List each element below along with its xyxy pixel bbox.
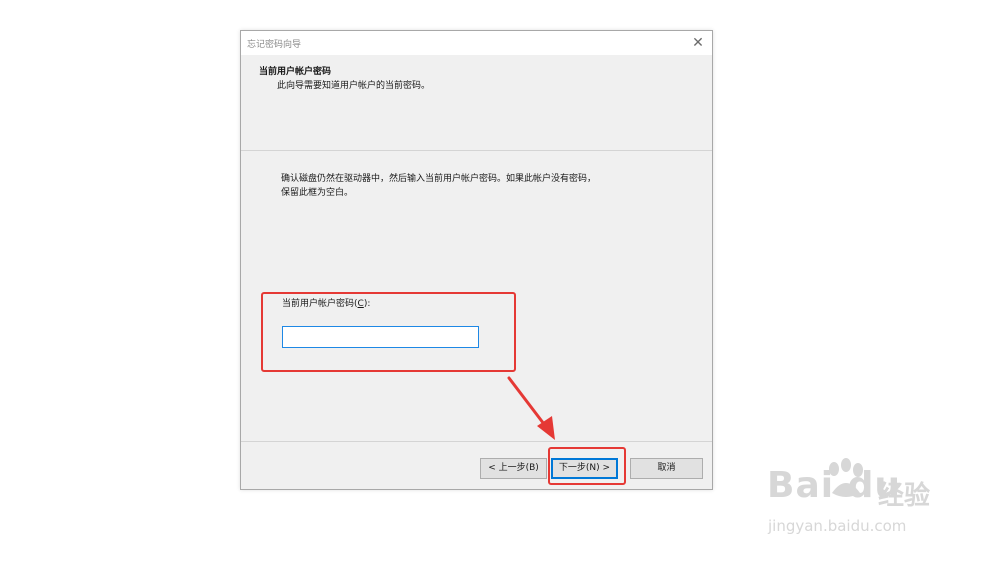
paw-icon: [829, 458, 863, 497]
baidu-jingyan-watermark: Bai du 经验 jingyan.baidu.com: [760, 455, 960, 545]
watermark-brand: 经验: [878, 481, 931, 511]
watermark-url: jingyan.baidu.com: [768, 517, 907, 535]
